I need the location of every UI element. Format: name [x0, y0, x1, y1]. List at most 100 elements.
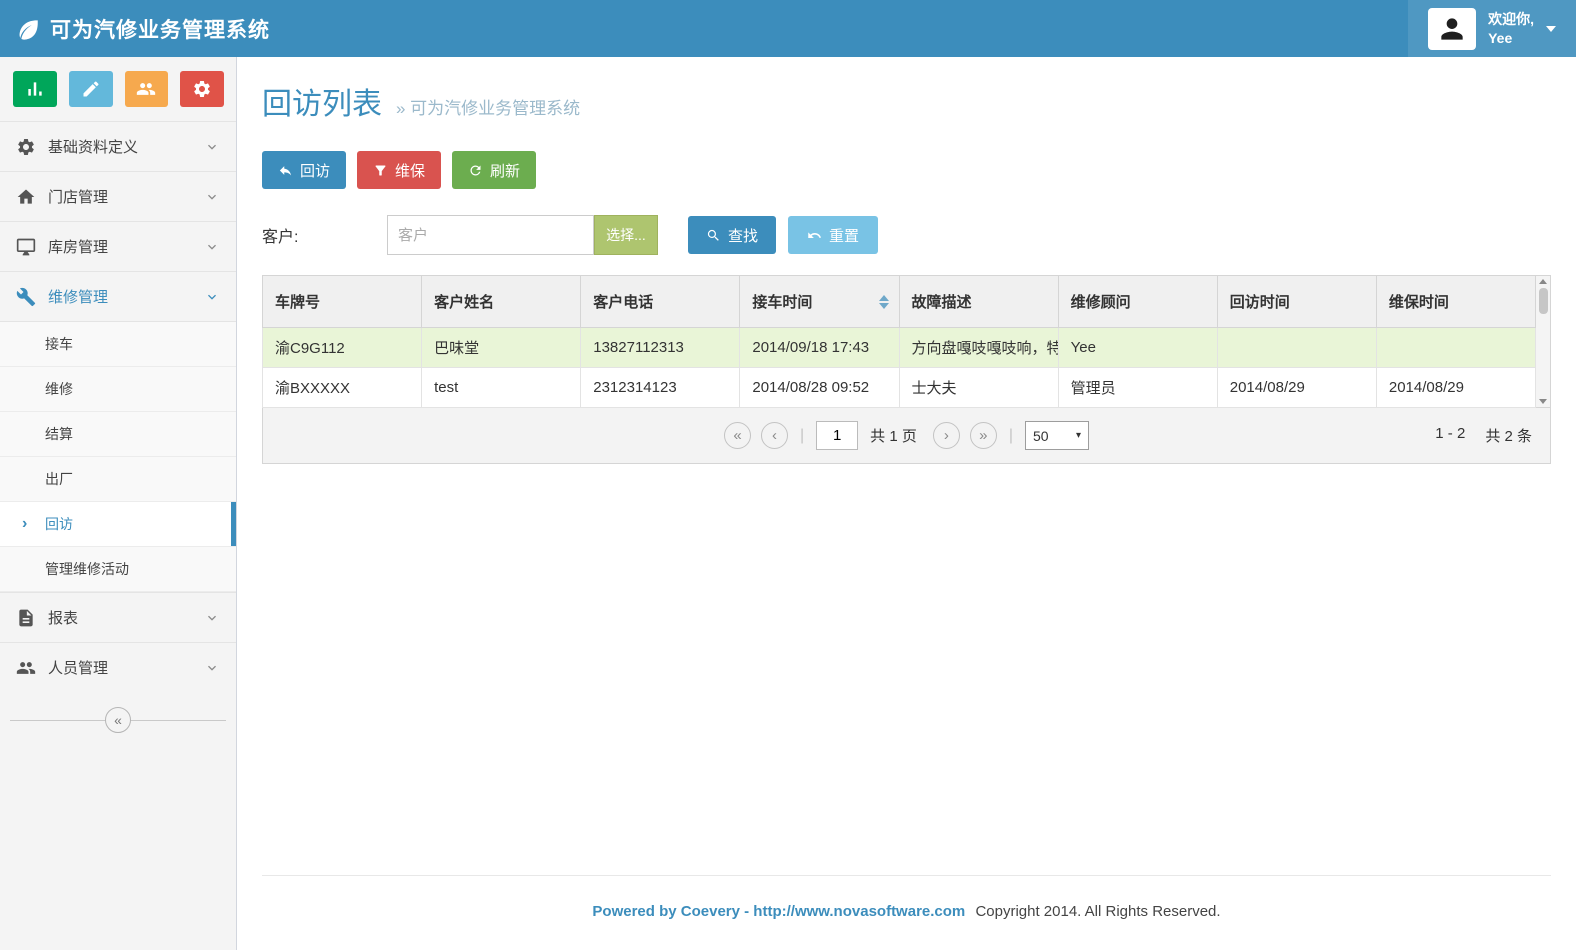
page-head: 回访列表 » 可为汽修业务管理系统	[237, 57, 1576, 135]
reset-button[interactable]: 重置	[788, 216, 878, 254]
edit-button[interactable]	[69, 71, 113, 107]
quick-icons	[0, 57, 236, 121]
table-scrollbar[interactable]	[1536, 275, 1551, 408]
submenu-label: 出厂	[45, 469, 73, 489]
scrollbar-down-icon[interactable]	[1539, 399, 1547, 404]
table-row[interactable]: 渝BXXXXX test 2312314123 2014/08/28 09:52…	[263, 368, 1536, 408]
chevron-down-icon[interactable]	[1546, 26, 1556, 32]
col-header-fault-description[interactable]: 故障描述	[899, 276, 1058, 328]
first-page-button[interactable]: «	[724, 422, 751, 449]
submenu-item-repair[interactable]: 维修	[0, 367, 236, 412]
table-row[interactable]: 渝C9G112 巴味堂 13827112313 2014/09/18 17:43…	[263, 328, 1536, 368]
col-header-pickup-time[interactable]: 接车时间	[740, 276, 899, 328]
submenu-label: 回访	[45, 514, 73, 534]
submenu-item-manage-repair-activities[interactable]: 管理维修活动	[0, 547, 236, 592]
maintenance-button[interactable]: 维保	[357, 151, 441, 189]
customer-input[interactable]	[387, 215, 594, 255]
reset-button-label: 重置	[829, 225, 859, 246]
submenu-item-receive-car[interactable]: 接车	[0, 322, 236, 367]
top-header: 可为汽修业务管理系统 欢迎你, Yee	[0, 0, 1576, 57]
pager-separator: |	[800, 427, 804, 445]
sidebar-item-repair-management[interactable]: 维修管理	[0, 271, 236, 321]
dashboard-chart-button[interactable]	[13, 71, 57, 107]
customer-filter-label: 客户:	[262, 223, 387, 247]
people-icon	[16, 658, 36, 678]
col-header-customer-phone[interactable]: 客户电话	[581, 276, 740, 328]
wrench-icon	[16, 287, 36, 307]
home-icon	[16, 187, 36, 207]
refresh-icon	[468, 163, 483, 178]
submenu-label: 管理维修活动	[45, 559, 129, 579]
cell-revisit-time: 2014/08/29	[1217, 368, 1376, 408]
sidebar-item-warehouse[interactable]: 库房管理	[0, 221, 236, 271]
table-header-row: 车牌号 客户姓名 客户电话 接车时间 故障描述 维修顾问 回访时间 维保时间	[263, 276, 1536, 328]
settings-button[interactable]	[180, 71, 224, 107]
cell-customer: test	[422, 368, 581, 408]
leaf-icon	[15, 16, 41, 42]
collapse-sidebar-button[interactable]: «	[105, 707, 131, 733]
reply-arrow-icon	[278, 163, 293, 178]
users-button[interactable]	[125, 71, 169, 107]
gear-icon	[192, 79, 212, 99]
monitor-icon	[16, 237, 36, 257]
next-page-button[interactable]: ›	[933, 422, 960, 449]
last-page-button[interactable]: »	[970, 422, 997, 449]
pencil-icon	[81, 79, 101, 99]
search-button[interactable]: 查找	[688, 216, 776, 254]
search-button-label: 查找	[728, 225, 758, 246]
user-menu[interactable]: 欢迎你, Yee	[1408, 0, 1576, 57]
welcome-text: 欢迎你, Yee	[1488, 10, 1534, 48]
cell-pickup-time: 2014/09/18 17:43	[740, 328, 899, 368]
col-header-maintenance-time[interactable]: 维保时间	[1376, 276, 1535, 328]
menu-label: 维修管理	[48, 286, 108, 307]
pagination-info: 1 - 2 共 2 条	[1435, 425, 1532, 446]
total-pages-label: 共 1 页	[870, 425, 917, 446]
menu-label: 库房管理	[48, 236, 108, 257]
avatar	[1428, 8, 1476, 50]
powered-by-link[interactable]: Powered by Coevery - http://www.novasoft…	[592, 903, 965, 920]
sidebar: 基础资料定义 门店管理 库房管理 维修管理 接车 维修 结算 出厂 › 回访	[0, 57, 237, 950]
toolbar: 回访 维保 刷新	[237, 135, 1576, 189]
chevron-down-icon	[204, 610, 220, 626]
submenu-item-settlement[interactable]: 结算	[0, 412, 236, 457]
maintenance-button-label: 维保	[395, 160, 425, 181]
refresh-button[interactable]: 刷新	[452, 151, 536, 189]
main-content: 回访列表 » 可为汽修业务管理系统 回访 维保 刷新 客户: 选择... 查找 …	[237, 57, 1576, 950]
cell-customer: 巴味堂	[422, 328, 581, 368]
submenu-item-revisit[interactable]: › 回访	[0, 502, 236, 547]
scrollbar-up-icon[interactable]	[1539, 279, 1547, 284]
chevron-down-icon	[204, 139, 220, 155]
revisit-button[interactable]: 回访	[262, 151, 346, 189]
welcome-line1: 欢迎你,	[1488, 10, 1534, 29]
submenu-label: 维修	[45, 379, 73, 399]
page-size-select[interactable]: 50 ▾	[1025, 421, 1089, 450]
sort-icon[interactable]	[879, 295, 889, 309]
report-file-icon	[16, 608, 36, 628]
page-number-input[interactable]	[816, 421, 858, 450]
prev-page-button[interactable]: ‹	[761, 422, 788, 449]
app-brand: 可为汽修业务管理系统	[0, 14, 270, 44]
gear-icon	[16, 137, 36, 157]
submenu-item-delivery[interactable]: 出厂	[0, 457, 236, 502]
cell-revisit-time	[1217, 328, 1376, 368]
chevron-down-icon	[204, 189, 220, 205]
cell-maintenance-time: 2014/08/29	[1376, 368, 1535, 408]
sidebar-collapse-row: «	[0, 706, 236, 734]
sidebar-item-reports[interactable]: 报表	[0, 592, 236, 642]
scrollbar-thumb[interactable]	[1539, 288, 1548, 314]
cell-maintenance-time	[1376, 328, 1535, 368]
menu-label: 报表	[48, 607, 78, 628]
col-header-plate-number[interactable]: 车牌号	[263, 276, 422, 328]
page-title: 回访列表	[262, 79, 382, 123]
page-size-value: 50	[1033, 428, 1049, 444]
sidebar-item-base-data[interactable]: 基础资料定义	[0, 121, 236, 171]
cell-phone: 13827112313	[581, 328, 740, 368]
col-header-customer-name[interactable]: 客户姓名	[422, 276, 581, 328]
col-header-repair-advisor[interactable]: 维修顾问	[1058, 276, 1217, 328]
sidebar-item-personnel[interactable]: 人员管理	[0, 642, 236, 692]
select-customer-button[interactable]: 选择...	[594, 215, 658, 255]
customer-input-group: 选择...	[387, 215, 658, 255]
active-submenu-arrow-icon: ›	[22, 515, 27, 533]
sidebar-item-stores[interactable]: 门店管理	[0, 171, 236, 221]
col-header-revisit-time[interactable]: 回访时间	[1217, 276, 1376, 328]
